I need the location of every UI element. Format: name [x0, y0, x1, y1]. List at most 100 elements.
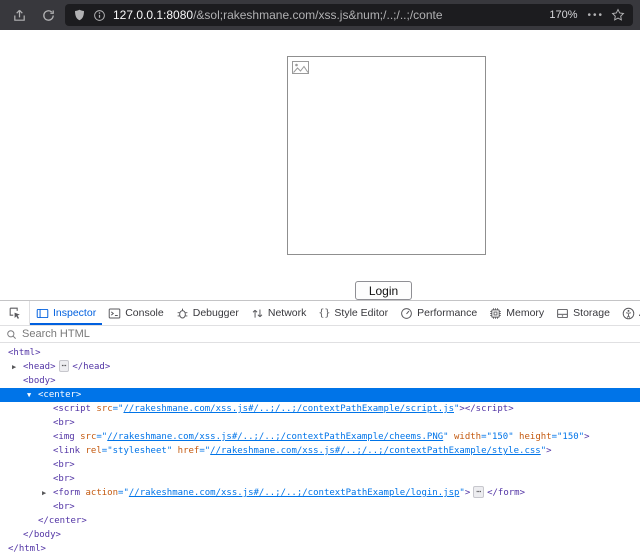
collapse-arrow-icon[interactable]: ▼	[27, 388, 31, 402]
page-actions-icon[interactable]: •••	[587, 10, 604, 21]
site-info-icon[interactable]	[93, 9, 106, 22]
markup-line[interactable]: <html>	[0, 346, 640, 360]
markup-line[interactable]: <br>	[0, 500, 640, 514]
markup-token: <br>	[53, 460, 75, 470]
style-editor-icon: {}	[318, 308, 330, 319]
markup-token: >	[465, 488, 470, 498]
markup-line[interactable]: </html>	[0, 542, 640, 556]
markup-token: <br>	[53, 474, 75, 484]
markup-line[interactable]: </center>	[0, 514, 640, 528]
tab-label: Network	[268, 307, 307, 319]
markup-view: <html>▶<head>⋯</head><body>▼<center><scr…	[0, 343, 640, 558]
performance-icon	[400, 307, 413, 320]
markup-line[interactable]: <br>	[0, 458, 640, 472]
markup-token: ="	[199, 446, 210, 456]
tab-network[interactable]: Network	[245, 301, 313, 325]
attribute-url[interactable]: //rakeshmane.com/xss.js#/..;/..;/context…	[107, 432, 443, 442]
markup-token: ="	[96, 432, 107, 442]
markup-line[interactable]: ▶ <head>⋯</head>	[0, 360, 640, 374]
tab-accessibility[interactable]: Accessibility	[616, 301, 640, 325]
attribute-url[interactable]: //rakeshmane.com/xss.js#/..;/..;/context…	[129, 488, 460, 498]
markup-token: action	[80, 488, 118, 498]
tab-style-editor[interactable]: {}Style Editor	[312, 301, 394, 325]
expand-arrow-icon[interactable]: ▶	[12, 360, 16, 374]
markup-token: ="	[118, 488, 129, 498]
search-input[interactable]	[22, 328, 322, 340]
markup-token: ="	[552, 432, 563, 442]
markup-token: href	[172, 446, 199, 456]
markup-token: 150	[562, 432, 578, 442]
tab-memory[interactable]: Memory	[483, 301, 550, 325]
tab-label: Memory	[506, 307, 544, 319]
markup-token: </script>	[465, 404, 514, 414]
storage-icon	[556, 307, 569, 320]
broken-image-box	[287, 56, 486, 255]
markup-token: height	[514, 432, 552, 442]
page-content: Login	[0, 30, 640, 300]
markup-token: <script	[53, 404, 91, 414]
devtools-tabbar: Inspector Console Debugger Network {}Style E…	[0, 301, 640, 326]
markup-token: >	[546, 446, 551, 456]
collapsed-children-badge[interactable]: ⋯	[59, 360, 70, 372]
devtools-tabbar-tabs: Inspector Console Debugger Network {}Style E…	[30, 301, 640, 325]
url-text: 127.0.0.1:8080/&sol;rakeshmane.com/xss.j…	[113, 8, 539, 22]
attribute-url[interactable]: //rakeshmane.com/xss.js#/..;/..;/context…	[210, 446, 541, 456]
markup-token: width	[449, 432, 482, 442]
tab-storage[interactable]: Storage	[550, 301, 616, 325]
network-icon	[251, 307, 264, 320]
markup-token: <br>	[53, 418, 75, 428]
expand-arrow-icon[interactable]: ▶	[42, 486, 46, 500]
markup-token: >	[584, 432, 589, 442]
markup-line[interactable]: ▼<center>	[0, 388, 640, 402]
tab-label: Storage	[573, 307, 610, 319]
markup-token: <br>	[53, 502, 75, 512]
markup-token: 150	[492, 432, 508, 442]
login-button[interactable]: Login	[355, 281, 412, 300]
markup-token: src	[75, 432, 97, 442]
markup-token: <form	[53, 488, 80, 498]
url-host: 127.0.0.1:8080	[113, 8, 193, 22]
zoom-indicator[interactable]: 170%	[546, 8, 580, 22]
tab-label: Inspector	[53, 307, 96, 319]
inspector-icon	[36, 307, 49, 320]
markup-line[interactable]: <br>	[0, 416, 640, 430]
pick-element-button[interactable]	[0, 301, 30, 325]
collapsed-children-badge[interactable]: ⋯	[473, 486, 484, 498]
accessibility-icon	[622, 307, 635, 320]
markup-token: rel	[80, 446, 102, 456]
markup-line[interactable]: <script src="//rakeshmane.com/xss.js#/..…	[0, 402, 640, 416]
markup-line[interactable]: <img src="//rakeshmane.com/xss.js#/..;/.…	[0, 430, 640, 444]
devtools-panel: Inspector Console Debugger Network {}Style E…	[0, 300, 640, 558]
markup-token: </center>	[38, 516, 87, 526]
attribute-url[interactable]: //rakeshmane.com/xss.js#/..;/..;/context…	[123, 404, 454, 414]
bookmark-star-icon[interactable]	[611, 8, 625, 22]
tab-label: Console	[125, 307, 164, 319]
markup-token: <html>	[8, 348, 41, 358]
tab-performance[interactable]: Performance	[394, 301, 483, 325]
markup-line[interactable]: <link rel="stylesheet" href="//rakeshman…	[0, 444, 640, 458]
tab-inspector[interactable]: Inspector	[30, 301, 102, 325]
markup-token: </html>	[8, 544, 46, 554]
markup-token: ="	[102, 446, 113, 456]
markup-token: </head>	[72, 362, 110, 372]
markup-token: <head>	[23, 362, 56, 372]
tracking-protection-shield-icon[interactable]	[73, 8, 86, 22]
markup-token: ="	[481, 432, 492, 442]
markup-token: src	[91, 404, 113, 414]
broken-image-icon	[292, 61, 310, 81]
share-icon[interactable]	[7, 3, 31, 27]
markup-line[interactable]: <br>	[0, 472, 640, 486]
markup-line[interactable]: <body>	[0, 374, 640, 388]
markup-token: <link	[53, 446, 80, 456]
debugger-icon	[176, 307, 189, 320]
tab-label: Debugger	[193, 307, 239, 319]
browser-toolbar: 127.0.0.1:8080/&sol;rakeshmane.com/xss.j…	[0, 0, 640, 30]
tab-label: Performance	[417, 307, 477, 319]
url-path: /&sol;rakeshmane.com/xss.js&num;/..;/..;…	[193, 8, 442, 22]
tab-console[interactable]: Console	[102, 301, 170, 325]
markup-line[interactable]: ▶ <form action="//rakeshmane.com/xss.js#/…	[0, 486, 640, 500]
reload-icon[interactable]	[36, 3, 60, 27]
urlbar[interactable]: 127.0.0.1:8080/&sol;rakeshmane.com/xss.j…	[65, 4, 633, 26]
markup-line[interactable]: </body>	[0, 528, 640, 542]
tab-debugger[interactable]: Debugger	[170, 301, 245, 325]
